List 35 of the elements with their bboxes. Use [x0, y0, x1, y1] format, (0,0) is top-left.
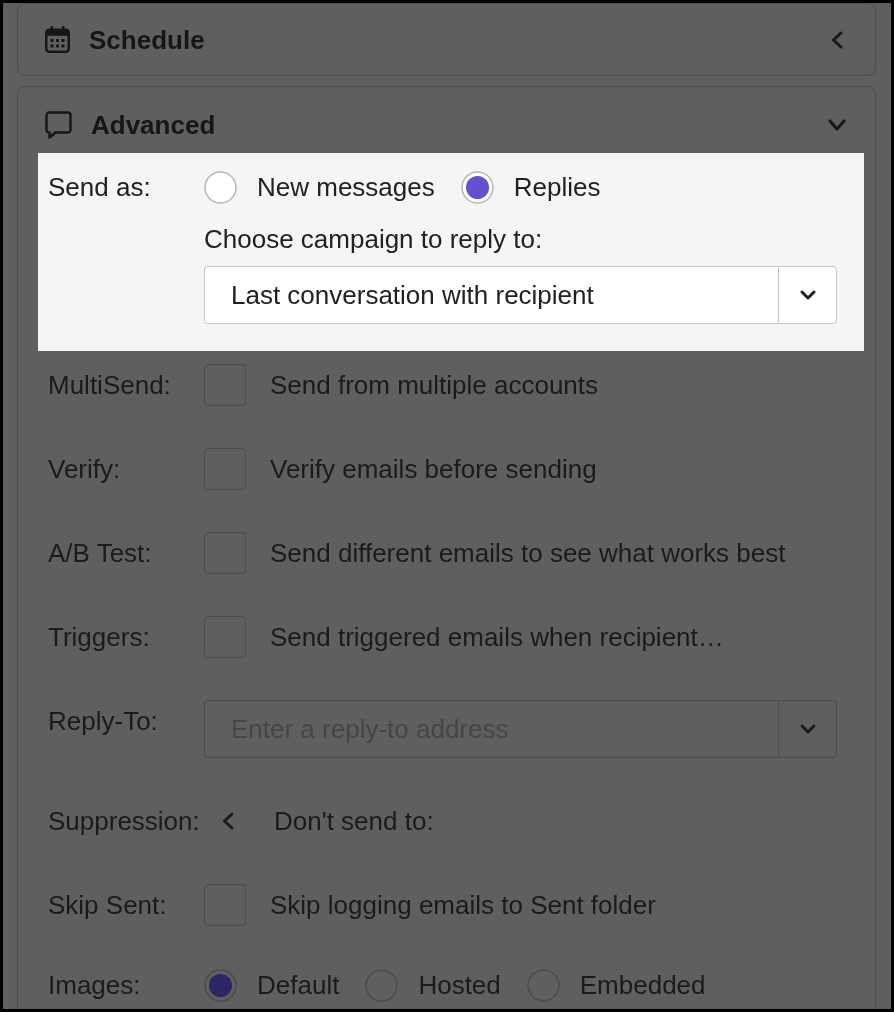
option-label: Default — [257, 970, 340, 1000]
field-label: Choose campaign to reply to: — [204, 224, 544, 254]
field-label: Triggers: — [48, 622, 151, 652]
checkbox-label: Skip logging emails to Sent folder — [270, 890, 656, 920]
radio-button[interactable] — [460, 170, 494, 204]
option-label: New messages — [257, 172, 435, 202]
chevron-left-icon[interactable] — [831, 30, 843, 49]
chevron-down-icon[interactable] — [828, 119, 846, 131]
calendar-icon — [45, 26, 70, 53]
option-label: Replies — [513, 172, 601, 202]
field-label: Suppression: — [48, 806, 201, 836]
field-label: Reply-To: — [48, 705, 159, 736]
select-field[interactable]: Last conversation with recipient — [204, 266, 778, 324]
field-label: A/B Test: — [48, 538, 153, 568]
field-label: Send as: — [48, 171, 152, 204]
field-label: Don't send to: — [274, 806, 434, 836]
dropdown-button[interactable] — [778, 700, 837, 758]
section-title: Schedule — [89, 24, 205, 55]
option-label: Hosted — [418, 970, 501, 1000]
checkbox-label: Send triggered emails when recipient… — [270, 622, 724, 652]
chevron-down-icon — [799, 290, 816, 300]
chevron-down-icon — [799, 724, 816, 734]
checkbox-label: Verify emails before sending — [270, 454, 597, 484]
radio-button[interactable] — [204, 170, 237, 204]
chevron-left-icon[interactable] — [222, 812, 234, 830]
speech-bubble-icon — [45, 111, 72, 139]
radio-button[interactable] — [204, 968, 237, 1002]
field-label: Verify: — [48, 454, 122, 484]
checkbox-label: Send different emails to see what works best — [270, 538, 786, 568]
checkbox-label: Send from multiple accounts — [270, 370, 599, 400]
section-title: Advanced — [91, 110, 216, 140]
option-label: Embedded — [579, 970, 706, 1000]
field-label: Skip Sent: — [48, 890, 168, 920]
field-label: MultiSend: — [48, 370, 172, 400]
field-label: Images: — [48, 969, 142, 1002]
